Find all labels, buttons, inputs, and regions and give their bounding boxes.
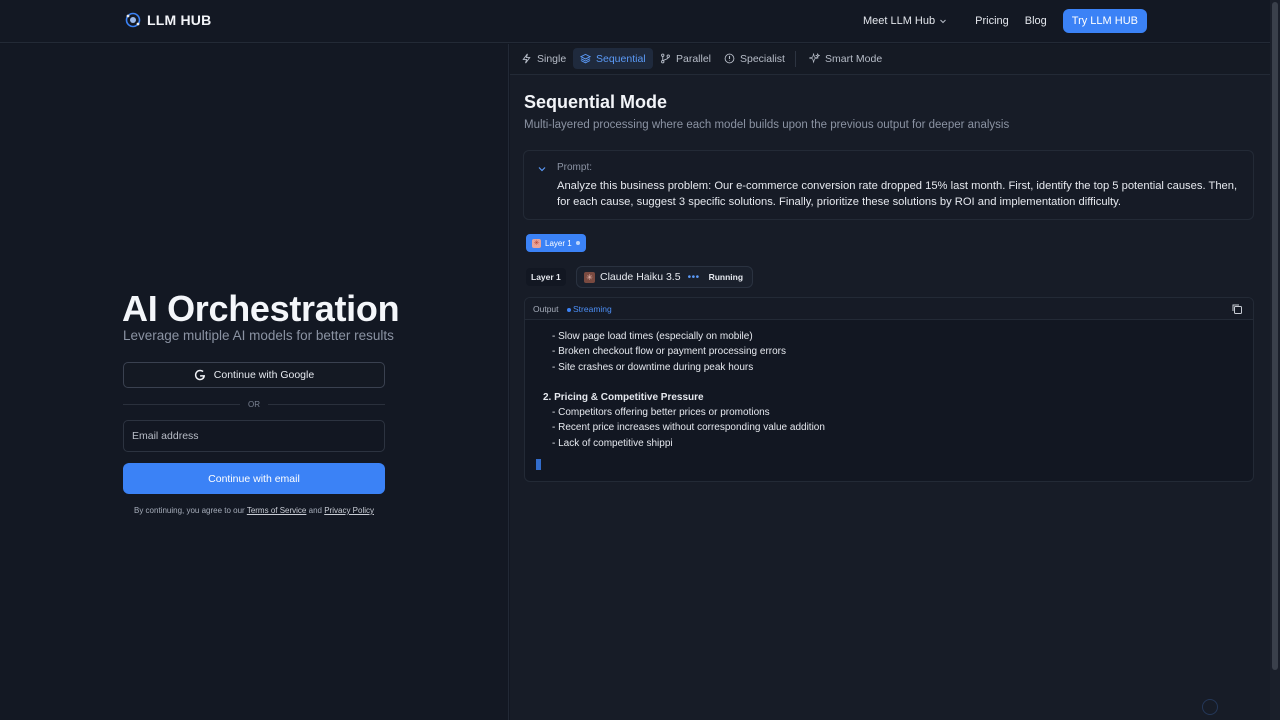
sparkle-icon	[809, 53, 820, 64]
google-button-label: Continue with Google	[213, 369, 315, 381]
layer-chip-label: Layer 1	[545, 238, 572, 248]
tab-label: Smart Mode	[825, 52, 883, 65]
tab-separator	[795, 51, 796, 67]
specialist-icon	[724, 53, 735, 64]
google-icon	[194, 369, 205, 381]
output-line: - Competitors offering better prices or …	[552, 407, 770, 419]
nav-meet-label: Meet LLM Hub	[862, 15, 936, 27]
mode-title: Sequential Mode	[524, 92, 668, 112]
layer-chip[interactable]: ✳ Layer 1	[526, 234, 586, 252]
tab-specialist[interactable]: Specialist	[717, 48, 792, 69]
chevron-down-icon	[940, 19, 946, 24]
logo-icon	[125, 12, 141, 28]
page-scrollbar[interactable]	[1270, 0, 1280, 720]
tab-label: Specialist	[740, 52, 785, 65]
streaming-dot	[567, 308, 571, 312]
copy-icon[interactable]	[1231, 303, 1243, 315]
nav-meet-llm-hub[interactable]: Meet LLM Hub	[863, 15, 947, 27]
mode-description: Multi-layered processing where each mode…	[524, 119, 1010, 131]
claude-icon: ✳	[532, 238, 541, 248]
model-name: Claude Haiku 3.5	[600, 271, 681, 283]
scroll-thumb[interactable]	[1272, 2, 1278, 670]
hero-title: AI Orchestration	[122, 288, 400, 329]
loading-dots: •••	[687, 271, 700, 283]
brand-name: LLM HUB	[147, 12, 212, 28]
prompt-label: Prompt:	[557, 162, 593, 173]
legal-text: By continuing, you agree to our Terms of…	[123, 506, 385, 515]
nav-blog[interactable]: Blog	[1025, 15, 1047, 27]
claude-icon: ✳	[584, 271, 595, 283]
streaming-label: Streaming	[573, 304, 612, 314]
corner-badge-icon	[1202, 699, 1218, 715]
nav-pricing[interactable]: Pricing	[975, 15, 1009, 27]
output-label: Output	[533, 304, 559, 314]
continue-with-email-button[interactable]: Continue with email	[123, 463, 385, 494]
typing-cursor	[536, 459, 541, 470]
or-divider: OR	[123, 398, 385, 410]
brand[interactable]: LLM HUB	[125, 12, 211, 28]
legal-and: and	[308, 506, 322, 515]
tab-parallel[interactable]: Parallel	[653, 48, 718, 69]
output-header: Output Streaming	[525, 298, 1253, 320]
chevron-down-icon[interactable]	[536, 163, 548, 175]
output-text: - Slow page load times (especially on mo…	[543, 329, 825, 451]
tab-single[interactable]: Single	[514, 48, 573, 69]
prompt-card: Prompt: Analyze this business problem: O…	[523, 150, 1254, 220]
terms-link[interactable]: Terms of Service	[247, 506, 307, 515]
privacy-link[interactable]: Privacy Policy	[324, 506, 374, 515]
branch-icon	[661, 53, 670, 64]
output-line: - Slow page load times (especially on mo…	[552, 331, 753, 342]
email-field[interactable]	[123, 420, 385, 452]
model-card[interactable]: ✳ Claude Haiku 3.5 ••• Running	[576, 266, 753, 288]
layer-label: Layer 1	[526, 268, 566, 286]
tab-sequential[interactable]: Sequential	[573, 48, 653, 69]
try-llm-hub-button[interactable]: Try LLM HUB	[1062, 9, 1147, 33]
layers-icon	[580, 53, 591, 64]
prompt-text: Analyze this business problem: Our e-com…	[557, 180, 1238, 208]
tab-smart-mode[interactable]: Smart Mode	[802, 48, 889, 69]
continue-with-google-button[interactable]: Continue with Google	[123, 362, 385, 388]
auth-panel: AI Orchestration Leverage multiple AI mo…	[0, 44, 509, 720]
divider-line	[123, 403, 240, 405]
nav-links: Meet LLM Hub Pricing Blog Try LLM HUB	[863, 9, 1147, 33]
output-heading: 2. Pricing & Competitive Pressure	[543, 391, 704, 403]
tab-label: Single	[537, 52, 567, 65]
output-line: - Lack of competitive shippi	[552, 437, 673, 449]
demo-panel: Single Sequential Parallel Specialist Sm…	[510, 44, 1270, 720]
model-status: Running	[708, 272, 744, 282]
mode-tabs: Single Sequential Parallel Specialist Sm…	[510, 44, 1270, 75]
tab-label: Sequential	[596, 52, 646, 65]
status-dot	[575, 241, 580, 245]
output-line: - Recent price increases without corresp…	[552, 422, 825, 434]
legal-prefix: By continuing, you agree to our	[133, 506, 245, 515]
divider-label: OR	[248, 399, 260, 409]
hero-subtitle: Leverage multiple AI models for better r…	[123, 328, 394, 343]
tab-label: Parallel	[676, 52, 712, 65]
divider-line	[268, 403, 385, 405]
output-line: - Broken checkout flow or payment proces…	[552, 346, 786, 358]
output-panel: Output Streaming - Slow page load times …	[524, 297, 1254, 482]
output-line: - Site crashes or downtime during peak h…	[552, 361, 754, 373]
lightning-icon	[522, 53, 531, 64]
top-nav: LLM HUB Meet LLM Hub Pricing Blog Try LL…	[0, 0, 1270, 43]
